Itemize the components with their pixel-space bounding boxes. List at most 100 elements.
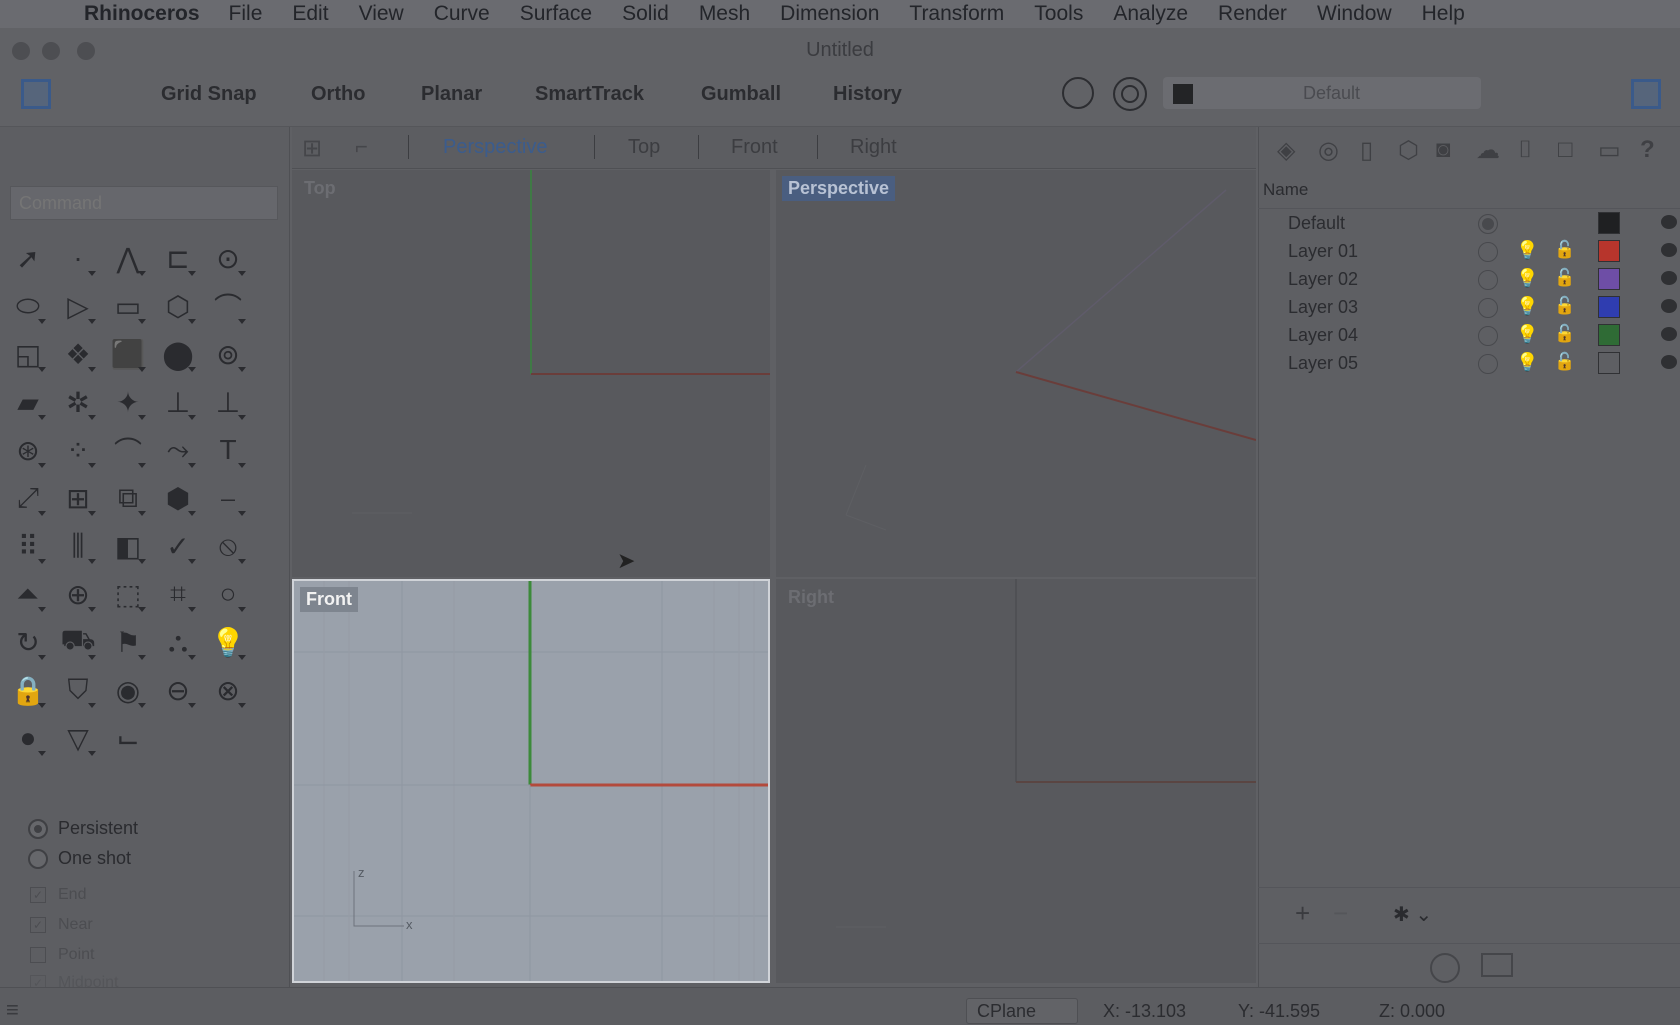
layer-visibility-icon[interactable]: 💡	[1516, 352, 1538, 373]
osnap-end[interactable]: ✓ End	[30, 886, 86, 904]
zoom-window-icon[interactable]: ⬚	[108, 574, 148, 614]
viewport-right-label[interactable]: Right	[782, 585, 840, 610]
menu-curve[interactable]: Curve	[434, 2, 490, 26]
osnap-icon[interactable]	[1062, 77, 1094, 109]
display-panel-icon[interactable]: □	[1558, 136, 1573, 164]
viewport-front-label[interactable]: Front	[300, 587, 358, 612]
menu-window[interactable]: Window	[1317, 2, 1392, 26]
render-ball-icon[interactable]: ●	[8, 718, 48, 758]
check-icon[interactable]: ✓	[158, 526, 198, 566]
fillet-icon[interactable]: ⌒	[208, 286, 248, 326]
osnap-end-checkbox[interactable]: ✓	[30, 887, 46, 903]
loft-icon[interactable]: ❖	[58, 334, 98, 374]
osnap-near-checkbox[interactable]: ✓	[30, 917, 46, 933]
layer-visibility-icon[interactable]: 💡	[1516, 268, 1538, 289]
status-menu-icon[interactable]: ≡	[6, 997, 19, 1023]
curve-icon[interactable]: ⊏	[158, 238, 198, 278]
circle-icon[interactable]: ⊙	[208, 238, 248, 278]
menu-mesh[interactable]: Mesh	[699, 2, 750, 26]
ellipse-icon[interactable]: ⬭	[8, 286, 48, 326]
plane-icon[interactable]: ▰	[8, 382, 48, 422]
add-layer-button[interactable]: +	[1295, 898, 1310, 929]
gumball-button[interactable]: Gumball	[701, 83, 781, 106]
layer-visibility-icon[interactable]: 💡	[1516, 296, 1538, 317]
boolean-icon[interactable]: ⬤	[158, 334, 198, 374]
layer-row[interactable]: Layer 03 💡 🔓	[1258, 293, 1680, 321]
one-shot-radio[interactable]	[28, 848, 48, 869]
layer-color-swatch[interactable]	[1598, 352, 1620, 374]
layer-visibility-icon[interactable]: 💡	[1516, 324, 1538, 345]
screen-panel-icon[interactable]: ▭	[1598, 136, 1621, 165]
layers-name-header[interactable]: Name	[1263, 180, 1308, 200]
menu-edit[interactable]: Edit	[292, 2, 328, 26]
layer-lock-icon[interactable]: 🔓	[1554, 296, 1575, 316]
planar-button[interactable]: Planar	[421, 83, 482, 106]
surface-icon[interactable]: ◱	[8, 334, 48, 374]
rotate-view-icon[interactable]: ↻	[8, 622, 48, 662]
stack-icon[interactable]: ⫼	[58, 526, 98, 566]
command-input[interactable]	[10, 186, 278, 220]
osnap-near[interactable]: ✓ Near	[30, 916, 93, 934]
menu-transform[interactable]: Transform	[909, 2, 1004, 26]
join-icon[interactable]: ⊥	[158, 382, 198, 422]
layer-name[interactable]: Layer 01	[1288, 241, 1358, 262]
layer-color-swatch[interactable]	[1598, 212, 1620, 234]
document-panel-icon[interactable]: ▯	[1360, 136, 1373, 165]
display-mode-icon[interactable]	[1481, 953, 1513, 977]
menu-file[interactable]: File	[229, 2, 263, 26]
menu-solid[interactable]: Solid	[622, 2, 669, 26]
layer-material-icon[interactable]	[1661, 271, 1677, 285]
shade-icon[interactable]: ⬢	[158, 478, 198, 518]
menu-render[interactable]: Render	[1218, 2, 1287, 26]
cplane-dropdown[interactable]: CPlane	[966, 998, 1078, 1024]
camera-target-icon[interactable]: ▽	[58, 718, 98, 758]
materials-panel-icon[interactable]: ◎	[1318, 136, 1339, 165]
layers-panel-icon[interactable]: ◈	[1277, 136, 1295, 165]
ortho-button[interactable]: Ortho	[311, 83, 365, 106]
camera-panel-icon[interactable]: ◙	[1436, 136, 1451, 164]
car-icon[interactable]: ⛟	[58, 622, 98, 662]
one-shot-option[interactable]: One shot	[28, 848, 131, 869]
current-layer-radio[interactable]	[1478, 214, 1498, 234]
persistent-option[interactable]: Persistent	[28, 818, 138, 839]
grid-snap-button[interactable]: Grid Snap	[161, 83, 257, 106]
perspective-icon[interactable]: ⏶	[8, 574, 48, 614]
menu-surface[interactable]: Surface	[520, 2, 592, 26]
pointer-icon[interactable]: ➚	[8, 238, 48, 278]
material-icon[interactable]: ⛉	[58, 670, 98, 710]
single-view-layout-icon[interactable]: ⌐	[355, 134, 368, 160]
layer-material-icon[interactable]	[1661, 243, 1677, 257]
viewport-front[interactable]: Front z x	[292, 579, 770, 983]
render-mode-icon[interactable]	[1430, 953, 1460, 983]
current-layer-radio[interactable]	[1478, 298, 1498, 318]
tab-perspective[interactable]: Perspective	[443, 136, 548, 159]
layer-lock-icon[interactable]: 🔓	[1554, 268, 1575, 288]
menu-tools[interactable]: Tools	[1034, 2, 1083, 26]
magnify-icon[interactable]: ○	[208, 574, 248, 614]
persistent-radio[interactable]	[28, 818, 48, 839]
remove-layer-button[interactable]: −	[1333, 898, 1348, 929]
box-icon[interactable]: ⬛	[108, 334, 148, 374]
osnap-point[interactable]: Point	[30, 946, 94, 964]
current-layer-radio[interactable]	[1478, 242, 1498, 262]
history-button[interactable]: History	[833, 83, 902, 106]
layer-lock-icon[interactable]: 🔓	[1554, 324, 1575, 344]
grid-icon[interactable]: ⠿	[8, 526, 48, 566]
layer-map-icon[interactable]: ⚑	[108, 622, 148, 662]
layer-material-icon[interactable]	[1661, 355, 1677, 369]
layer-name[interactable]: Layer 04	[1288, 325, 1358, 346]
layer-material-icon[interactable]	[1661, 327, 1677, 341]
toggle-right-sidebar-icon[interactable]	[1631, 79, 1661, 109]
points-icon[interactable]: ⁘	[58, 430, 98, 470]
polygon-icon[interactable]: ▷	[58, 286, 98, 326]
layer-row[interactable]: Default	[1258, 209, 1680, 237]
layer-row[interactable]: Layer 05 💡 🔓	[1258, 349, 1680, 377]
current-layer-dropdown[interactable]: Default	[1163, 77, 1481, 109]
viewport-perspective[interactable]: Perspective	[776, 170, 1256, 577]
tab-front[interactable]: Front	[731, 136, 778, 159]
layer-visibility-icon[interactable]: 💡	[1516, 240, 1538, 261]
tab-top[interactable]: Top	[628, 136, 660, 159]
gear-icon[interactable]: ✲	[58, 382, 98, 422]
text-icon[interactable]: T	[208, 430, 248, 470]
globe-icon[interactable]: ⊗	[208, 670, 248, 710]
